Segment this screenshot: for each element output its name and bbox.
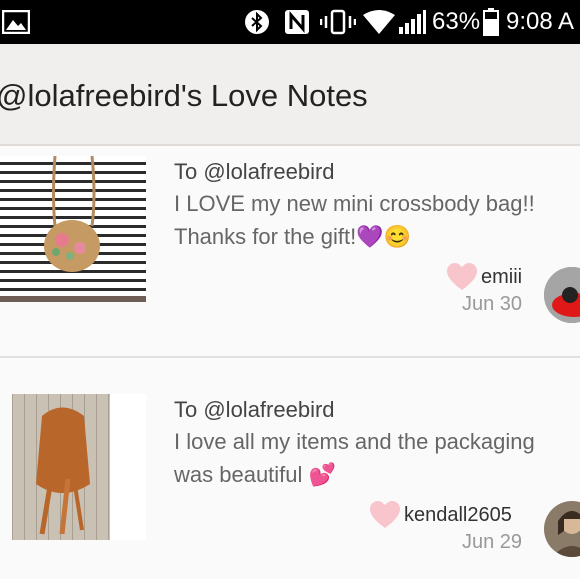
page-title: @lolafreebird's Love Notes	[0, 78, 368, 113]
love-note-item[interactable]: To @lolafreebird I love all my items and…	[0, 384, 580, 579]
note-message-line: I LOVE my new mini crossbody bag!!	[174, 191, 535, 216]
note-date: Jun 30	[462, 293, 523, 315]
page-header: @lolafreebird's Love Notes	[0, 44, 580, 146]
wifi-icon	[362, 0, 396, 44]
product-photo[interactable]	[12, 394, 146, 540]
note-date: Jun 29	[462, 531, 523, 553]
battery-icon	[483, 0, 499, 44]
divider	[0, 356, 580, 358]
note-author[interactable]: kendall2605	[404, 504, 512, 527]
vibrate-icon	[320, 0, 356, 44]
note-message-line: I love all my items and the packaging	[174, 429, 535, 454]
battery-percent: 63%	[432, 8, 481, 35]
heart-icon[interactable]	[447, 263, 477, 291]
note-recipient: To @lolafreebird	[174, 159, 335, 184]
bluetooth-icon	[244, 0, 270, 44]
note-recipient: To @lolafreebird	[174, 397, 335, 422]
note-message-line: Thanks for the gift!💜😊	[174, 224, 411, 249]
heart-icon[interactable]	[370, 501, 400, 529]
image-icon	[2, 0, 30, 44]
signal-icon	[398, 0, 426, 44]
note-message-line: was beautiful 💕	[174, 462, 336, 487]
avatar[interactable]	[544, 267, 580, 323]
note-author[interactable]: emiii	[481, 266, 522, 289]
avatar[interactable]	[544, 501, 580, 557]
nfc-icon	[284, 0, 310, 44]
status-bar: 63% 9:08 A	[0, 0, 580, 44]
product-photo[interactable]	[0, 156, 146, 302]
love-note-item[interactable]: To @lolafreebird I LOVE my new mini cros…	[0, 146, 580, 356]
clock: 9:08 A	[506, 8, 575, 35]
